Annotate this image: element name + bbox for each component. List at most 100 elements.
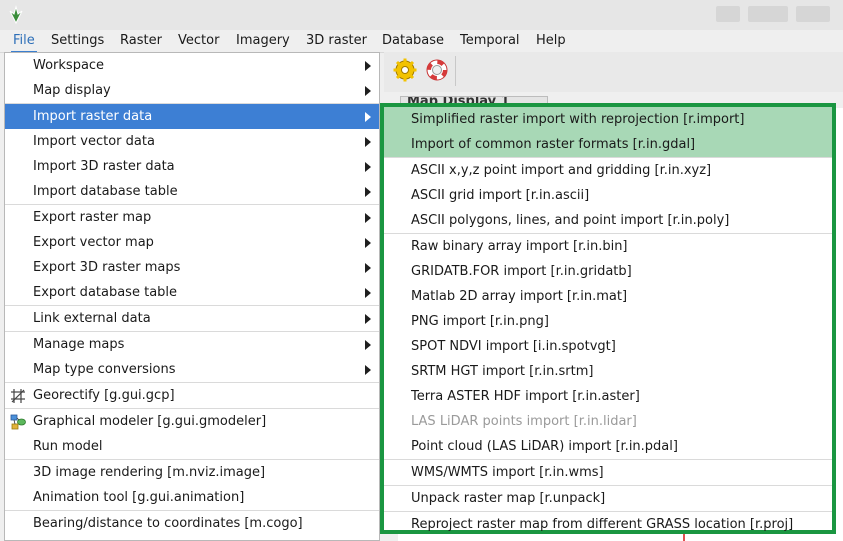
submenu-item-label: Point cloud (LAS LiDAR) import [r.in.pda… [411,439,678,454]
menu-item-bearing-distance[interactable]: Bearing/distance to coordinates [m.cogo] [5,511,379,536]
menu-item-label: Import 3D raster data [33,159,175,174]
menu-item-workspace[interactable]: Workspace [5,53,379,78]
menu-item-link-external-data[interactable]: Link external data [5,306,379,331]
menu-item-georectify[interactable]: Georectify [g.gui.gcp] [5,383,379,408]
lifebuoy-help-icon[interactable] [425,58,449,82]
menu-item-label: 3D image rendering [m.nviz.image] [33,465,266,480]
submenu-arrow-icon [365,288,371,298]
submenu-arrow-icon [365,137,371,147]
menu-item-label: Graphical modeler [g.gui.gmodeler] [33,414,267,429]
grass-logo-icon [9,5,23,25]
menu-item-import-raster-data[interactable]: Import raster data [5,104,379,129]
menu-item-label: Link external data [33,311,151,326]
menu-item-import-3d-raster-data[interactable]: Import 3D raster data [5,154,379,179]
submenu-item-r-import[interactable]: Simplified raster import with reprojecti… [384,107,832,132]
menu-item-label: Bearing/distance to coordinates [m.cogo] [33,516,303,531]
submenu-arrow-icon [365,340,371,350]
submenu-item-r-in-srtm[interactable]: SRTM HGT import [r.in.srtm] [384,359,832,384]
submenu-item-label: GRIDATB.FOR import [r.in.gridatb] [411,264,632,279]
menu-settings[interactable]: Settings [46,32,109,50]
menu-item-export-3d-raster-maps[interactable]: Export 3D raster maps [5,255,379,280]
menu-item-label: Run model [33,439,103,454]
menu-item-export-vector-map[interactable]: Export vector map [5,230,379,255]
submenu-arrow-icon [365,86,371,96]
submenu-item-label: SPOT NDVI import [i.in.spotvgt] [411,339,616,354]
menu-database[interactable]: Database [377,32,449,50]
submenu-arrow-icon [365,365,371,375]
submenu-item-r-in-xyz[interactable]: ASCII x,y,z point import and gridding [r… [384,158,832,183]
submenu-arrow-icon [365,238,371,248]
menu-item-export-raster-map[interactable]: Export raster map [5,205,379,230]
submenu-item-label: Unpack raster map [r.unpack] [411,491,606,506]
menu-item-label: Import raster data [33,109,153,124]
menu-item-label: Workspace [33,58,105,73]
submenu-item-label: Reproject raster map from different GRAS… [411,517,794,532]
menu-item-run-model[interactable]: Run model [5,434,379,459]
submenu-item-label: Terra ASTER HDF import [r.in.aster] [411,389,640,404]
submenu-item-label: Import of common raster formats [r.in.gd… [411,137,696,152]
submenu-item-r-proj[interactable]: Reproject raster map from different GRAS… [384,512,832,537]
menu-item-import-database-table[interactable]: Import database table [5,179,379,204]
submenu-arrow-icon [365,263,371,273]
menu-item-label: Export 3D raster maps [33,260,181,275]
menu-item-label: Georectify [g.gui.gcp] [33,388,175,403]
menu-item-map-type-conversions[interactable]: Map type conversions [5,357,379,382]
georectify-icon [11,389,25,403]
submenu-item-r-in-mat[interactable]: Matlab 2D array import [r.in.mat] [384,284,832,309]
submenu-item-label: SRTM HGT import [r.in.srtm] [411,364,594,379]
menu-bar: File Settings Raster Vector Imagery 3D r… [0,30,843,53]
menu-item-animation-tool[interactable]: Animation tool [g.gui.animation] [5,485,379,510]
submenu-item-r-in-gridatb[interactable]: GRIDATB.FOR import [r.in.gridatb] [384,259,832,284]
menu-item-export-database-table[interactable]: Export database table [5,280,379,305]
menu-item-import-vector-data[interactable]: Import vector data [5,129,379,154]
window-control-blurred[interactable] [716,6,740,22]
submenu-item-r-in-gdal[interactable]: Import of common raster formats [r.in.gd… [384,132,832,157]
window-control-blurred[interactable] [796,6,830,22]
modeler-icon [10,414,26,430]
file-menu: Workspace Map display Import raster data… [4,52,380,541]
menu-3d-raster[interactable]: 3D raster [301,32,372,50]
submenu-item-label: WMS/WMTS import [r.in.wms] [411,465,604,480]
menu-item-label: Animation tool [g.gui.animation] [33,490,245,505]
menu-raster[interactable]: Raster [115,32,167,50]
toolbar-separator [455,56,456,86]
menu-vector[interactable]: Vector [173,32,224,50]
menu-item-map-display[interactable]: Map display [5,78,379,103]
submenu-item-r-in-aster[interactable]: Terra ASTER HDF import [r.in.aster] [384,384,832,409]
menu-item-label: Import vector data [33,134,155,149]
submenu-item-r-in-poly[interactable]: ASCII polygons, lines, and point import … [384,208,832,233]
gear-icon[interactable] [393,58,417,82]
submenu-item-r-in-wms[interactable]: WMS/WMTS import [r.in.wms] [384,460,832,485]
menu-item-3d-image-rendering[interactable]: 3D image rendering [m.nviz.image] [5,460,379,485]
submenu-item-r-in-lidar: LAS LiDAR points import [r.in.lidar] [384,409,832,434]
menu-file[interactable]: File [8,32,40,53]
import-raster-submenu: Simplified raster import with reprojecti… [380,103,836,534]
menu-item-label: Import database table [33,184,178,199]
map-toolbar [384,52,843,92]
menu-item-manage-maps[interactable]: Manage maps [5,332,379,357]
submenu-item-label: ASCII grid import [r.in.ascii] [411,188,590,203]
title-bar [0,0,843,30]
menu-item-label: Export vector map [33,235,154,250]
menu-temporal[interactable]: Temporal [455,32,525,50]
submenu-item-r-in-pdal[interactable]: Point cloud (LAS LiDAR) import [r.in.pda… [384,434,832,459]
submenu-item-r-in-bin[interactable]: Raw binary array import [r.in.bin] [384,234,832,259]
submenu-item-r-unpack[interactable]: Unpack raster map [r.unpack] [384,486,832,511]
window-control-blurred[interactable] [748,6,788,22]
submenu-item-label: ASCII x,y,z point import and gridding [r… [411,163,712,178]
submenu-arrow-icon [365,162,371,172]
menu-item-label: Map display [33,83,111,98]
menu-item-graphical-modeler[interactable]: Graphical modeler [g.gui.gmodeler] [5,409,379,434]
submenu-item-label: PNG import [r.in.png] [411,314,549,329]
submenu-item-i-in-spotvgt[interactable]: SPOT NDVI import [i.in.spotvgt] [384,334,832,359]
menu-item-label: Manage maps [33,337,125,352]
submenu-arrow-icon [365,112,371,122]
menu-help[interactable]: Help [531,32,571,50]
menu-imagery[interactable]: Imagery [231,32,295,50]
submenu-item-label: Raw binary array import [r.in.bin] [411,239,628,254]
submenu-item-r-in-png[interactable]: PNG import [r.in.png] [384,309,832,334]
submenu-item-r-in-ascii[interactable]: ASCII grid import [r.in.ascii] [384,183,832,208]
submenu-item-label: ASCII polygons, lines, and point import … [411,213,730,228]
submenu-arrow-icon [365,314,371,324]
submenu-item-label: Matlab 2D array import [r.in.mat] [411,289,628,304]
